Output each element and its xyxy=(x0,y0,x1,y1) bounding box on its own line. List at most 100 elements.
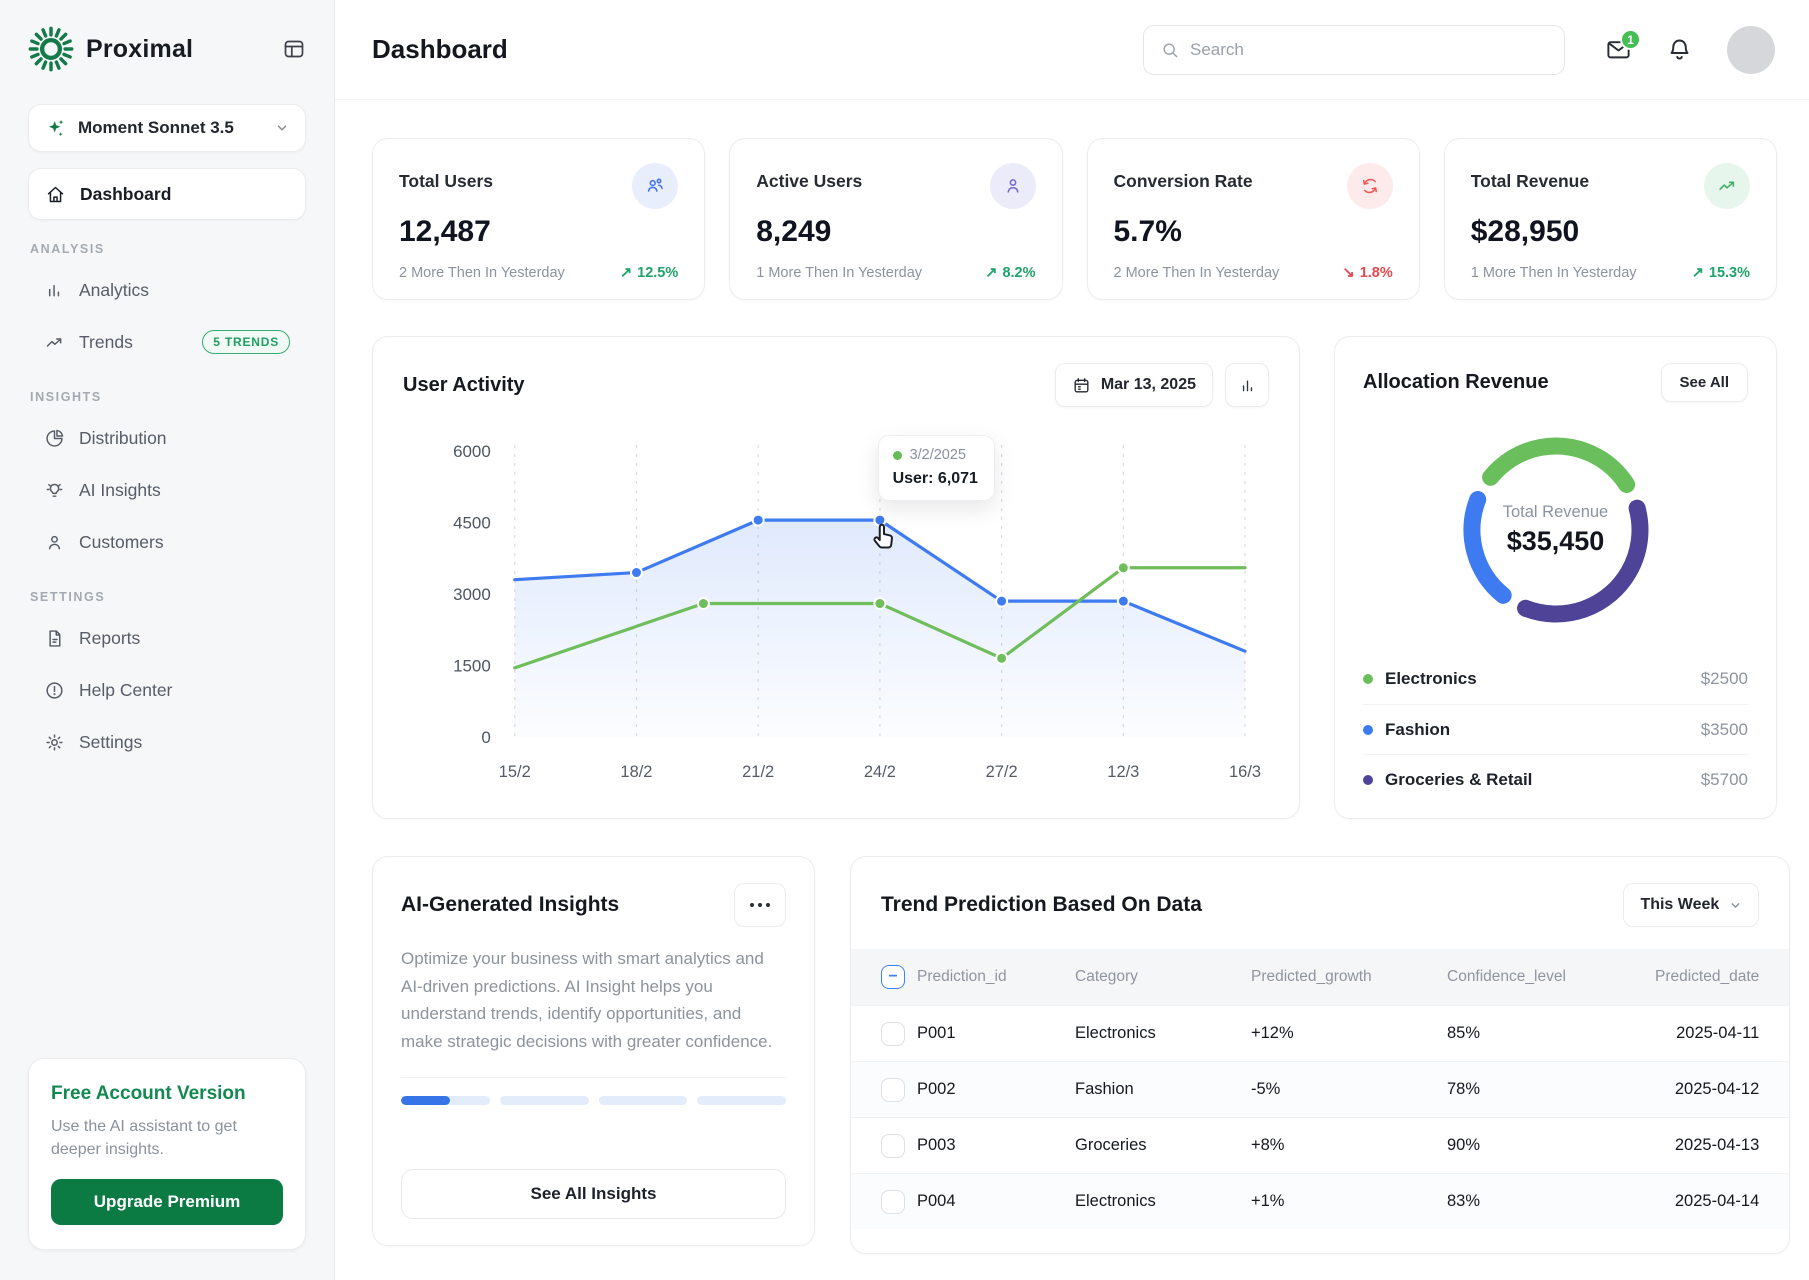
model-selector[interactable]: Moment Sonnet 3.5 xyxy=(28,104,306,152)
sidebar-item-label: Analytics xyxy=(79,280,290,301)
trending-up-icon xyxy=(1704,163,1750,209)
dots-icon xyxy=(750,903,754,907)
search-input[interactable] xyxy=(1190,40,1548,60)
svg-text:18/2: 18/2 xyxy=(620,763,652,781)
user-activity-card: User Activity Mar 13, 2025 15/218/221/22… xyxy=(372,336,1300,819)
legend-dot xyxy=(1363,775,1373,785)
column-header: Predicted_growth xyxy=(1251,968,1447,986)
column-header: Prediction_id xyxy=(917,968,1075,986)
svg-text:1500: 1500 xyxy=(453,656,491,675)
trend-arrow-icon xyxy=(44,332,65,353)
ai-insights-card: AI-Generated Insights Optimize your busi… xyxy=(372,856,815,1246)
more-options-button[interactable] xyxy=(734,883,786,927)
stat-card-conversion-rate: Conversion Rate 5.7% 2 More Then In Yest… xyxy=(1087,138,1420,300)
sidebar-item-dashboard[interactable]: Dashboard xyxy=(28,168,306,220)
row-checkbox[interactable] xyxy=(881,1078,905,1102)
row-checkbox[interactable] xyxy=(881,1134,905,1158)
table-row[interactable]: P004 Electronics +1% 83% 2025-04-14 xyxy=(851,1173,1789,1229)
home-icon xyxy=(45,184,66,205)
sidebar-item-label: Help Center xyxy=(79,680,290,701)
sidebar-item-label: Distribution xyxy=(79,428,290,449)
trend-table-title: Trend Prediction Based On Data xyxy=(881,893,1202,917)
allocation-legend: Electronics $2500 Fashion $3500 Grocerie… xyxy=(1363,654,1748,804)
progress-segment xyxy=(697,1096,786,1105)
sidebar-item-distribution[interactable]: Distribution xyxy=(28,412,306,464)
search-icon xyxy=(1160,40,1180,60)
tooltip-dot xyxy=(893,451,902,460)
allocation-donut-chart: Total Revenue $35,450 xyxy=(1446,420,1666,640)
donut-center-label: Total Revenue xyxy=(1503,503,1609,522)
select-all-checkbox[interactable]: − xyxy=(881,965,905,989)
sidebar-item-reports[interactable]: Reports xyxy=(28,612,306,664)
gear-icon xyxy=(44,732,65,753)
table-row[interactable]: P002 Fashion -5% 78% 2025-04-12 xyxy=(851,1061,1789,1117)
time-range-selector[interactable]: This Week xyxy=(1623,883,1759,927)
svg-text:0: 0 xyxy=(481,728,490,747)
sidebar-item-ai-insights[interactable]: AI Insights xyxy=(28,464,306,516)
arrow-up-right-icon: ↗ xyxy=(985,265,997,281)
free-account-card: Free Account Version Use the AI assistan… xyxy=(28,1058,306,1250)
svg-text:27/2: 27/2 xyxy=(986,763,1018,781)
section-label-analysis: ANALYSIS xyxy=(30,242,304,256)
sidebar-item-help-center[interactable]: Help Center xyxy=(28,664,306,716)
allocation-revenue-card: Allocation Revenue See All Total Revenue… xyxy=(1334,336,1777,819)
chart-type-button[interactable] xyxy=(1225,363,1269,407)
stat-value: 8,249 xyxy=(756,215,1035,249)
legend-item: Fashion $3500 xyxy=(1363,704,1748,754)
row-checkbox[interactable] xyxy=(881,1022,905,1046)
avatar[interactable] xyxy=(1727,26,1775,74)
progress-segment xyxy=(500,1096,589,1105)
row-checkbox[interactable] xyxy=(881,1190,905,1214)
progress-segment xyxy=(599,1096,688,1105)
minus-icon: − xyxy=(888,969,897,985)
column-header: Category xyxy=(1075,968,1251,986)
svg-text:12/3: 12/3 xyxy=(1107,763,1139,781)
panel-toggle-icon[interactable] xyxy=(282,37,306,61)
legend-dot xyxy=(1363,674,1373,684)
mini-bar-chart-icon xyxy=(1238,376,1257,395)
upgrade-premium-button[interactable]: Upgrade Premium xyxy=(51,1179,283,1225)
stat-delta: ↘1.8% xyxy=(1343,265,1393,281)
see-all-insights-button[interactable]: See All Insights xyxy=(401,1169,786,1219)
stat-card-total-users: Total Users 12,487 2 More Then In Yester… xyxy=(372,138,705,300)
see-all-button[interactable]: See All xyxy=(1661,363,1748,402)
table-row[interactable]: P003 Groceries +8% 90% 2025-04-13 xyxy=(851,1117,1789,1173)
stat-label: Total Revenue xyxy=(1471,163,1589,192)
arrow-up-right-icon: ↗ xyxy=(620,265,632,281)
svg-text:6000: 6000 xyxy=(453,442,491,461)
svg-text:3000: 3000 xyxy=(453,585,491,604)
sidebar-item-analytics[interactable]: Analytics xyxy=(28,264,306,316)
stat-label: Conversion Rate xyxy=(1114,163,1253,192)
stat-note: 2 More Then In Yesterday xyxy=(399,265,565,281)
column-header: Predicted_date xyxy=(1655,968,1789,986)
ai-insights-body: Optimize your business with smart analyt… xyxy=(401,945,786,1055)
notifications-button[interactable] xyxy=(1666,36,1693,63)
model-selector-label: Moment Sonnet 3.5 xyxy=(78,118,264,138)
stat-note: 1 More Then In Yesterday xyxy=(1471,265,1637,281)
trends-count-badge: 5 TRENDS xyxy=(202,330,290,354)
sidebar-item-trends[interactable]: Trends 5 TRENDS xyxy=(28,316,306,368)
user-activity-title: User Activity xyxy=(403,374,525,397)
chevron-down-icon xyxy=(1729,899,1742,912)
mail-button[interactable]: 1 xyxy=(1605,36,1632,63)
refresh-icon xyxy=(1347,163,1393,209)
insights-progress xyxy=(401,1096,786,1105)
date-picker-button[interactable]: Mar 13, 2025 xyxy=(1055,363,1213,407)
sidebar-item-settings[interactable]: Settings xyxy=(28,716,306,768)
table-row[interactable]: P001 Electronics +12% 85% 2025-04-11 xyxy=(851,1005,1789,1061)
stat-note: 2 More Then In Yesterday xyxy=(1114,265,1280,281)
svg-text:16/3: 16/3 xyxy=(1229,763,1261,781)
table-header-row: − Prediction_id Category Predicted_growt… xyxy=(851,949,1789,1005)
sidebar-item-label: Trends xyxy=(79,332,188,353)
chart-tooltip: 3/2/2025 User: 6,071 xyxy=(878,435,995,501)
sidebar-item-customers[interactable]: Customers xyxy=(28,516,306,568)
page-title: Dashboard xyxy=(372,34,1143,65)
stat-label: Active Users xyxy=(756,163,862,192)
stat-delta: ↗12.5% xyxy=(620,265,678,281)
stat-delta: ↗8.2% xyxy=(985,265,1035,281)
legend-item: Groceries & Retail $5700 xyxy=(1363,754,1748,804)
mail-badge: 1 xyxy=(1620,29,1641,50)
legend-item: Electronics $2500 xyxy=(1363,654,1748,704)
section-label-settings: SETTINGS xyxy=(30,590,304,604)
stat-note: 1 More Then In Yesterday xyxy=(756,265,922,281)
